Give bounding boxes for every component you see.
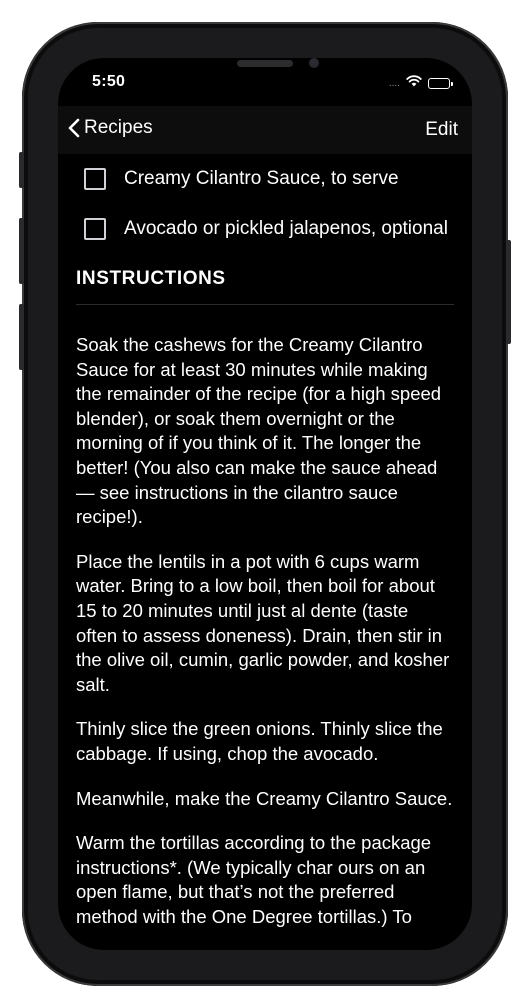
status-icons: .... xyxy=(388,74,453,92)
front-camera xyxy=(309,58,319,68)
status-time: 5:50 xyxy=(92,73,126,90)
speaker-grille xyxy=(237,60,293,67)
ingredient-checkbox[interactable] xyxy=(84,218,106,240)
instruction-step: Soak the cashews for the Creamy Cilantro… xyxy=(76,334,442,528)
back-button[interactable]: Recipes xyxy=(68,117,153,139)
instruction-step: Meanwhile, make the Creamy Cilantro Sauc… xyxy=(76,787,453,809)
volume-down-button xyxy=(19,304,24,370)
ingredient-checkbox[interactable] xyxy=(84,168,106,190)
power-button xyxy=(506,240,511,344)
recipe-content[interactable]: Creamy Cilantro Sauce, to serve Avocado … xyxy=(58,154,472,950)
wifi-icon xyxy=(406,74,422,92)
ingredient-item[interactable]: Avocado or pickled jalapenos, optional xyxy=(76,204,454,254)
instruction-step: Thinly slice the green onions. Thinly sl… xyxy=(76,718,443,764)
instruction-step: Warm the tortillas according to the pack… xyxy=(76,832,432,927)
battery-icon xyxy=(428,77,453,89)
instructions-heading: INSTRUCTIONS xyxy=(76,268,454,305)
navigation-bar: Recipes Edit xyxy=(58,106,472,154)
back-label: Recipes xyxy=(84,117,153,138)
mute-switch xyxy=(19,152,24,188)
cellular-icon: .... xyxy=(388,77,400,89)
edit-button[interactable]: Edit xyxy=(425,119,458,141)
chevron-left-icon xyxy=(68,118,80,138)
screen: 5:50 .... Recipes Edit Creamy Cilantro S… xyxy=(58,58,472,950)
volume-up-button xyxy=(19,218,24,284)
ingredient-item[interactable]: Creamy Cilantro Sauce, to serve xyxy=(76,154,454,204)
ingredient-label: Creamy Cilantro Sauce, to serve xyxy=(124,168,399,189)
ingredient-label: Avocado or pickled jalapenos, optional xyxy=(124,218,448,239)
instruction-step: Place the lentils in a pot with 6 cups w… xyxy=(76,550,450,695)
